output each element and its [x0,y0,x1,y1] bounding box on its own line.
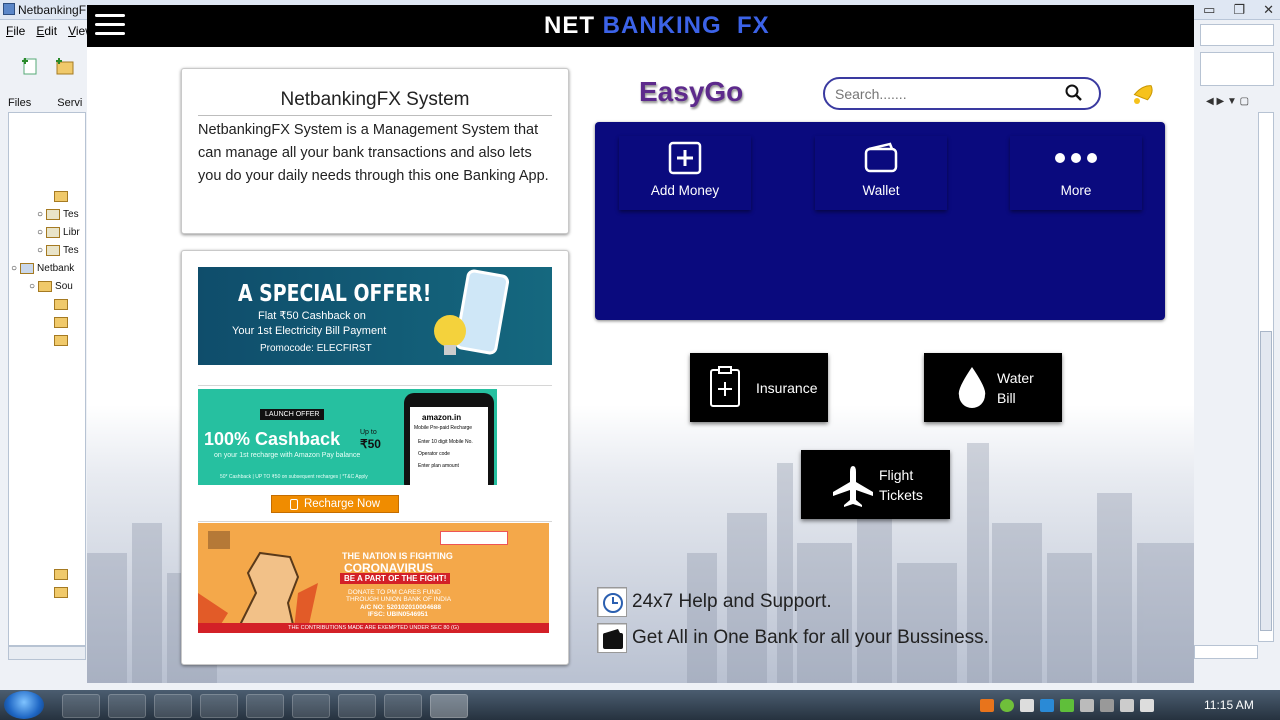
menu-file[interactable]: File [6,24,25,38]
quick-actions-panel: Add Money Wallet More [595,122,1165,320]
tree-node[interactable] [54,191,68,202]
maximize-icon[interactable]: ❐ [1233,2,1245,18]
volume-icon[interactable] [1140,699,1154,712]
tree-node[interactable] [54,569,68,580]
tab-services[interactable]: Servi [57,97,82,109]
tray-icon[interactable] [1000,699,1014,712]
search-icon[interactable] [1065,84,1083,102]
explorer-icon[interactable] [62,694,100,718]
flight-tickets-button[interactable]: Flight Tickets [801,450,950,519]
airplane-icon [833,466,873,507]
feature-all-in-one: Get All in One Bank for all your Bussine… [597,623,989,653]
system-description: NetbankingFX System is a Management Syst… [198,122,549,184]
insurance-button[interactable]: Insurance [690,353,828,422]
tray-icon[interactable] [1060,699,1074,712]
special-offer-banner[interactable]: A SPECIAL OFFER! Flat ₹50 Cashback on Yo… [198,267,552,365]
bell-icon[interactable] [1131,79,1157,105]
internet-explorer-icon[interactable] [108,694,146,718]
tray-icon[interactable] [1020,699,1034,712]
chrome-icon[interactable] [200,694,238,718]
phone-icon [289,498,298,510]
tray-icon[interactable] [1080,699,1094,712]
system-tray [980,699,1154,712]
emblem-icon [208,531,230,549]
search-bar [823,77,1101,110]
database-icon[interactable] [338,694,376,718]
minimize-icon[interactable]: ▭ [1203,2,1215,18]
close-icon[interactable]: ✕ [1263,2,1274,18]
water-bill-button[interactable]: Water Bill [924,353,1062,422]
taskbar-clock[interactable]: 11:15 AM [1204,698,1254,712]
system-title: NetbankingFX System [198,89,552,116]
tree-node[interactable]: ○ Tes [37,209,79,220]
ide-title-text: NetbankingF [18,3,87,17]
vertical-scrollbar[interactable] [1258,112,1274,642]
tree-node[interactable] [54,299,68,310]
java-app-icon[interactable] [430,694,468,718]
easygo-title: EasyGo [639,76,744,107]
search-input[interactable] [835,85,1055,103]
feature-help-support: 24x7 Help and Support. [597,587,832,617]
new-file-icon[interactable] [20,56,42,76]
recharge-now-button[interactable]: Recharge Now [271,495,399,513]
help-24x7-icon [597,587,627,617]
tray-icon[interactable] [1100,699,1114,712]
add-box-icon [668,141,702,175]
network-icon[interactable] [1120,699,1134,712]
editor-nav-icons[interactable]: ◀ ▶ ▼ ▢ [1206,96,1249,107]
clipboard-plus-icon [710,366,740,407]
more-dots-icon [1055,153,1097,163]
tray-icon[interactable] [980,699,994,712]
tree-node[interactable]: ○ Libr [37,227,80,238]
brand-logo: NET BANKING FX [544,12,770,39]
app-header: NET BANKING FX [87,5,1194,47]
wallet-bag-icon [597,623,627,653]
new-project-icon[interactable] [54,56,76,76]
editor-field[interactable] [1200,24,1274,46]
horizontal-scrollbar[interactable] [1194,645,1258,659]
tree-node[interactable]: ○ Sou [29,281,73,292]
wallet-button[interactable]: Wallet [815,136,947,210]
tab-files[interactable]: Files [8,97,31,109]
media-player-icon[interactable] [154,694,192,718]
menu-edit[interactable]: Edit [36,24,57,38]
horizontal-scrollbar[interactable] [8,646,86,660]
tree-node[interactable]: ○ Netbank [11,263,74,274]
ide-menu-bar: File Edit View [0,24,94,38]
editor-field[interactable] [1200,52,1274,86]
more-button[interactable]: More [1010,136,1142,210]
tree-node[interactable]: ○ Tes [37,245,79,256]
hamburger-menu-icon[interactable] [95,14,125,38]
netbeans-app-icon [3,3,15,15]
pm-cares-banner[interactable]: THE NATION IS FIGHTING CORONAVIRUS BE A … [198,523,549,633]
netbanking-app-window: NET BANKING FX NetbankingFX System Netba… [87,5,1194,683]
virtualbox-icon[interactable] [292,694,330,718]
tray-icon[interactable] [1040,699,1054,712]
phone-bulb-illustration [434,269,510,355]
project-tree: ○ Tes ○ Libr ○ Tes ○ Netbank ○ Sou [8,112,86,646]
offers-card: A SPECIAL OFFER! Flat ₹50 Cashback on Yo… [181,250,569,665]
tree-node[interactable] [54,587,68,598]
start-button[interactable] [4,691,44,719]
notepad-icon[interactable] [246,694,284,718]
tree-node[interactable] [54,335,68,346]
water-drop-icon [958,367,986,408]
cashback-banner[interactable]: LAUNCH OFFER 100% Cashback Up to ₹50 on … [198,389,497,485]
tree-node[interactable] [54,317,68,328]
wallet-icon [864,142,898,173]
add-money-button[interactable]: Add Money [619,136,751,210]
recorder-icon[interactable] [384,694,422,718]
system-info-card: NetbankingFX System NetbankingFX System … [181,68,569,234]
